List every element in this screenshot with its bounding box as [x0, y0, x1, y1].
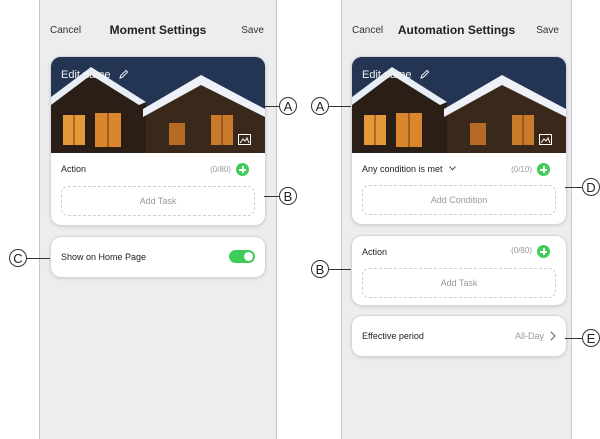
edit-name-label: Edit name: [61, 69, 111, 81]
top-bar: Cancel Automation Settings Save: [342, 0, 571, 60]
callout-d-leader: [565, 187, 582, 188]
callout-b-right-leader: [329, 269, 351, 270]
add-condition-plus-icon[interactable]: [537, 163, 550, 176]
action-card: Action (0/80) Add Task: [352, 236, 566, 305]
save-button[interactable]: Save: [241, 25, 264, 36]
add-task-label: Add Task: [440, 278, 478, 288]
automation-settings-screen: Cancel Automation Settings Save Edit nam…: [341, 0, 572, 439]
effective-period-label: Effective period: [362, 331, 424, 341]
callout-b-left: B: [279, 187, 297, 205]
callout-c-leader: [27, 258, 50, 259]
chevron-down-icon: [449, 166, 456, 171]
callout-a-right: A: [311, 97, 329, 115]
effective-period-value: All-Day: [514, 331, 544, 341]
edit-name-label: Edit name: [362, 69, 412, 81]
edit-name-link[interactable]: Edit name: [362, 69, 430, 81]
add-action-plus-icon[interactable]: [236, 163, 249, 176]
image-icon[interactable]: [539, 134, 552, 145]
callout-d: D: [582, 178, 600, 196]
show-on-home-card: Show on Home Page: [51, 237, 265, 277]
add-condition-label: Add Condition: [430, 195, 488, 205]
callout-e-leader: [565, 338, 582, 339]
show-on-home-toggle[interactable]: [229, 250, 255, 263]
callout-e: E: [582, 329, 600, 347]
edit-name-link[interactable]: Edit name: [61, 69, 129, 81]
add-condition-button[interactable]: Add Condition: [362, 185, 556, 215]
callout-a-right-leader: [329, 106, 351, 107]
top-bar: Cancel Moment Settings Save: [40, 0, 276, 60]
moment-settings-screen: Cancel Moment Settings Save Edit name Ac…: [39, 0, 277, 439]
cover-image[interactable]: Edit name: [352, 57, 566, 153]
automation-card: Edit name Any condition is met (0/10) Ad…: [352, 57, 566, 224]
action-label: Action: [362, 247, 388, 257]
condition-count: (0/10): [511, 165, 532, 174]
callout-b-right: B: [311, 260, 329, 278]
toggle-knob: [244, 252, 253, 261]
action-count: (0/80): [511, 246, 532, 255]
pencil-icon: [419, 69, 429, 79]
moment-card: Edit name Action (0/80) Add Task: [51, 57, 265, 225]
effective-period-row[interactable]: Effective period All-Day: [352, 316, 566, 356]
add-action-plus-icon[interactable]: [537, 245, 550, 258]
callout-c: C: [9, 249, 27, 267]
add-task-button[interactable]: Add Task: [362, 268, 556, 298]
callout-a-left-leader: [264, 106, 279, 107]
add-task-button[interactable]: Add Task: [61, 186, 255, 216]
callout-a-left: A: [279, 97, 297, 115]
callout-b-left-leader: [264, 196, 279, 197]
chevron-right-icon: [550, 331, 556, 341]
action-label: Action: [61, 164, 87, 174]
action-count: (0/80): [210, 165, 231, 174]
add-task-label: Add Task: [139, 196, 177, 206]
cover-image[interactable]: Edit name: [51, 57, 265, 153]
condition-label: Any condition is met: [362, 164, 443, 174]
show-on-home-label: Show on Home Page: [61, 252, 147, 262]
condition-dropdown[interactable]: Any condition is met: [362, 164, 456, 174]
save-button[interactable]: Save: [536, 25, 559, 36]
image-icon[interactable]: [238, 134, 251, 145]
pencil-icon: [118, 69, 128, 79]
